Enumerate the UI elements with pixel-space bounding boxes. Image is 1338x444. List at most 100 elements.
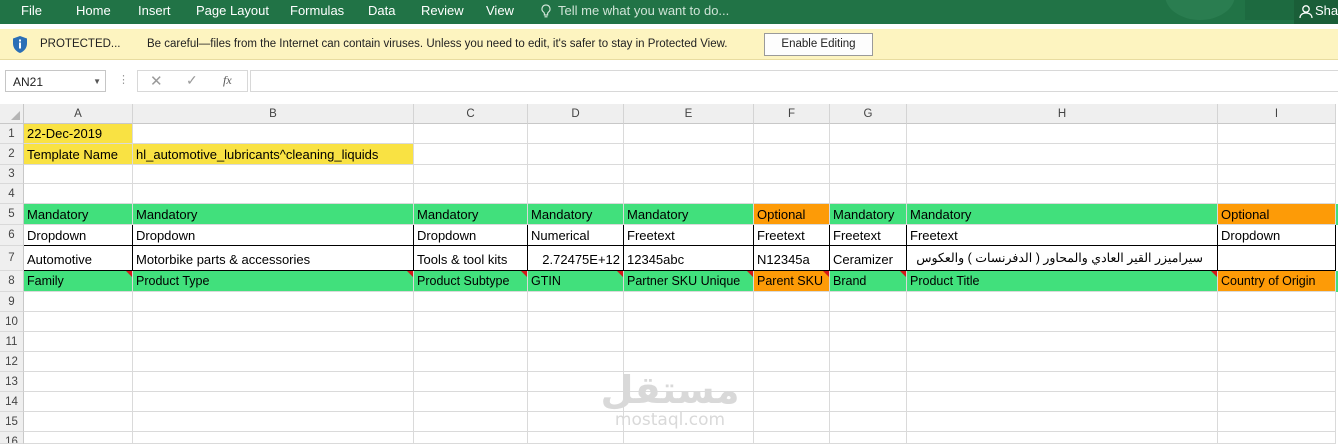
column-header-e[interactable]: E (624, 104, 754, 124)
cell-i5[interactable]: Optional (1218, 204, 1336, 225)
cell-d8[interactable]: GTIN (528, 271, 624, 292)
empty-cell[interactable] (830, 372, 907, 392)
tab-formulas[interactable]: Formulas (290, 0, 344, 24)
empty-cell[interactable] (624, 124, 754, 144)
empty-cell[interactable] (24, 392, 133, 412)
empty-cell[interactable] (133, 184, 414, 204)
name-box[interactable]: AN21 ▼ (5, 70, 106, 92)
empty-cell[interactable] (24, 432, 133, 444)
empty-cell[interactable] (1218, 332, 1336, 352)
comment-indicator-icon[interactable] (126, 271, 132, 277)
column-header-d[interactable]: D (528, 104, 624, 124)
row-header-5[interactable]: 5 (0, 204, 24, 225)
empty-cell[interactable] (754, 165, 830, 184)
empty-cell[interactable] (1218, 312, 1336, 332)
empty-cell[interactable] (1218, 412, 1336, 432)
empty-cell[interactable] (907, 432, 1218, 444)
cell-a1[interactable]: 22-Dec-2019 (24, 124, 133, 144)
cell-h7[interactable]: سيراميزر القير العادي والمحاور ( الدفرنس… (907, 246, 1218, 271)
row-header-1[interactable]: 1 (0, 124, 24, 144)
empty-cell[interactable] (528, 392, 624, 412)
comment-indicator-icon[interactable] (407, 271, 413, 277)
empty-cell[interactable] (24, 312, 133, 332)
cell-h6[interactable]: Freetext (907, 225, 1218, 246)
row-header-6[interactable]: 6 (0, 225, 24, 246)
row-header-11[interactable]: 11 (0, 332, 24, 352)
cell-g8[interactable]: Brand (830, 271, 907, 292)
row-header-2[interactable]: 2 (0, 144, 24, 165)
empty-cell[interactable] (133, 392, 414, 412)
empty-cell[interactable] (133, 312, 414, 332)
empty-cell[interactable] (1218, 184, 1336, 204)
comment-indicator-icon[interactable] (617, 271, 623, 277)
empty-cell[interactable] (528, 124, 624, 144)
cell-f7[interactable]: N12345a (754, 246, 830, 271)
empty-cell[interactable] (528, 184, 624, 204)
cell-e5[interactable]: Mandatory (624, 204, 754, 225)
comment-indicator-icon[interactable] (747, 271, 753, 277)
tell-me-box[interactable]: Tell me what you want to do... (540, 0, 729, 24)
row-header-10[interactable]: 10 (0, 312, 24, 332)
row-header-8[interactable]: 8 (0, 271, 24, 292)
cell-c8[interactable]: Product Subtype (414, 271, 528, 292)
empty-cell[interactable] (624, 432, 754, 444)
empty-cell[interactable] (830, 412, 907, 432)
tab-insert[interactable]: Insert (138, 0, 171, 24)
empty-cell[interactable] (754, 412, 830, 432)
empty-cell[interactable] (528, 165, 624, 184)
empty-cell[interactable] (528, 432, 624, 444)
empty-cell[interactable] (754, 432, 830, 444)
cancel-icon[interactable]: ✕ (150, 72, 163, 90)
cell-g6[interactable]: Freetext (830, 225, 907, 246)
empty-cell[interactable] (624, 144, 754, 165)
cell-a7[interactable]: Automotive (24, 246, 133, 271)
empty-cell[interactable] (830, 165, 907, 184)
column-header-h[interactable]: H (907, 104, 1218, 124)
empty-cell[interactable] (528, 332, 624, 352)
cell-c5[interactable]: Mandatory (414, 204, 528, 225)
cell-c7[interactable]: Tools & tool kits (414, 246, 528, 271)
cell-f5[interactable]: Optional (754, 204, 830, 225)
cell-e7[interactable]: 12345abc (624, 246, 754, 271)
empty-cell[interactable] (907, 124, 1218, 144)
empty-cell[interactable] (830, 352, 907, 372)
empty-cell[interactable] (528, 312, 624, 332)
cell-d5[interactable]: Mandatory (528, 204, 624, 225)
column-header-a[interactable]: A (24, 104, 133, 124)
empty-cell[interactable] (414, 184, 528, 204)
column-header-b[interactable]: B (133, 104, 414, 124)
cell-i7[interactable] (1218, 246, 1336, 271)
empty-cell[interactable] (754, 332, 830, 352)
empty-cell[interactable] (414, 412, 528, 432)
empty-cell[interactable] (754, 292, 830, 312)
empty-cell[interactable] (24, 165, 133, 184)
empty-cell[interactable] (528, 144, 624, 165)
empty-cell[interactable] (24, 352, 133, 372)
empty-cell[interactable] (830, 312, 907, 332)
empty-cell[interactable] (414, 332, 528, 352)
empty-cell[interactable] (624, 372, 754, 392)
empty-cell[interactable] (1218, 144, 1336, 165)
column-header-c[interactable]: C (414, 104, 528, 124)
cell-g5[interactable]: Mandatory (830, 204, 907, 225)
empty-cell[interactable] (414, 312, 528, 332)
empty-cell[interactable] (830, 332, 907, 352)
empty-cell[interactable] (624, 165, 754, 184)
empty-cell[interactable] (624, 392, 754, 412)
empty-cell[interactable] (624, 352, 754, 372)
tab-home[interactable]: Home (76, 0, 111, 24)
empty-cell[interactable] (24, 292, 133, 312)
cell-f6[interactable]: Freetext (754, 225, 830, 246)
empty-cell[interactable] (907, 312, 1218, 332)
column-header-g[interactable]: G (830, 104, 907, 124)
more-options-icon[interactable]: ⋮ (118, 73, 129, 86)
empty-cell[interactable] (24, 372, 133, 392)
cell-a6[interactable]: Dropdown (24, 225, 133, 246)
cell-a2[interactable]: Template Name (24, 144, 133, 165)
empty-cell[interactable] (830, 144, 907, 165)
empty-cell[interactable] (830, 124, 907, 144)
cell-d6[interactable]: Numerical (528, 225, 624, 246)
empty-cell[interactable] (414, 124, 528, 144)
tab-view[interactable]: View (486, 0, 514, 24)
row-header-3[interactable]: 3 (0, 165, 24, 184)
